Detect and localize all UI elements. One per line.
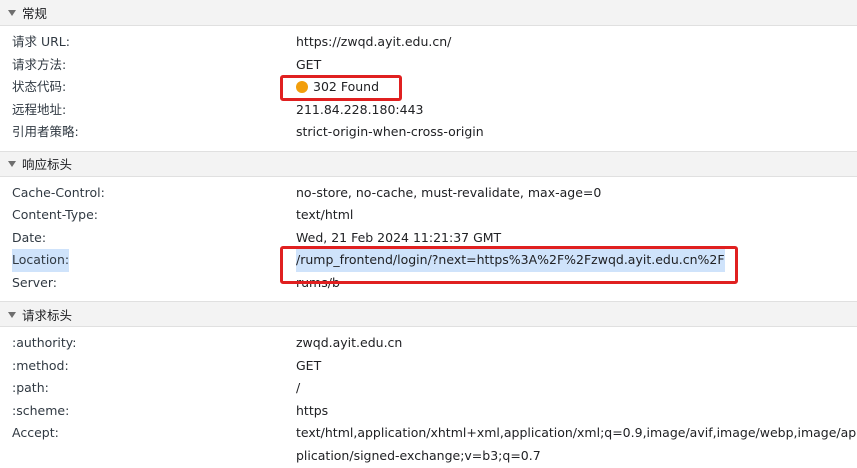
section-title: 常规 bbox=[22, 6, 48, 21]
header-value-continued[interactable]: plication/signed-exchange;v=b3;q=0.7 bbox=[296, 445, 541, 468]
header-key: 远程地址: bbox=[12, 101, 67, 117]
headers-panel: 常规 请求 URL: https://zwqd.ayit.edu.cn/ 请求方… bbox=[0, 0, 857, 468]
chevron-down-icon bbox=[8, 161, 16, 167]
header-value[interactable]: no-store, no-cache, must-revalidate, max… bbox=[296, 182, 601, 205]
header-key: Cache-Control: bbox=[12, 184, 105, 200]
header-row: :authority: zwqd.ayit.edu.cn bbox=[0, 332, 857, 355]
section-general-rows: 请求 URL: https://zwqd.ayit.edu.cn/ 请求方法: … bbox=[0, 26, 857, 151]
header-value[interactable]: zwqd.ayit.edu.cn bbox=[296, 332, 402, 355]
location-value[interactable]: /rump_frontend/login/?next=https%3A%2F%2… bbox=[296, 249, 725, 272]
header-key: 请求方法: bbox=[12, 56, 67, 72]
header-row: 引用者策略: strict-origin-when-cross-origin bbox=[0, 121, 857, 144]
header-row: Content-Type: text/html bbox=[0, 204, 857, 227]
header-value[interactable]: GET bbox=[296, 54, 321, 77]
header-row: Server: rums/b bbox=[0, 272, 857, 295]
header-row: 请求 URL: https://zwqd.ayit.edu.cn/ bbox=[0, 31, 857, 54]
chevron-down-icon bbox=[8, 311, 16, 318]
header-key: Server: bbox=[12, 274, 57, 290]
header-key: 引用者策略: bbox=[12, 124, 79, 139]
header-key: 状态代码: bbox=[12, 79, 67, 94]
header-row: :path: / bbox=[0, 377, 857, 400]
header-row-continued: plication/signed-exchange;v=b3;q=0.7 bbox=[0, 445, 857, 468]
header-row: 远程地址: 211.84.228.180:443 bbox=[0, 99, 857, 122]
section-response-headers-rows: Cache-Control: no-store, no-cache, must-… bbox=[0, 177, 857, 302]
header-key: :path: bbox=[12, 380, 49, 395]
header-value[interactable]: GET bbox=[296, 355, 321, 378]
header-key: :scheme: bbox=[12, 402, 70, 418]
header-value[interactable]: / bbox=[296, 377, 300, 400]
header-value[interactable]: https://zwqd.ayit.edu.cn/ bbox=[296, 31, 451, 54]
header-key: :method: bbox=[12, 357, 69, 373]
header-row: Cache-Control: no-store, no-cache, must-… bbox=[0, 182, 857, 205]
chevron-down-icon bbox=[8, 10, 16, 16]
status-code-value[interactable]: 302 Found bbox=[296, 76, 379, 99]
header-key: :authority: bbox=[12, 335, 77, 350]
header-row: :method: GET bbox=[0, 355, 857, 378]
header-row: 状态代码: 302 Found bbox=[0, 76, 857, 99]
header-row: 请求方法: GET bbox=[0, 54, 857, 77]
header-value[interactable]: 211.84.228.180:443 bbox=[296, 99, 423, 122]
header-key: 请求 URL: bbox=[12, 34, 70, 49]
section-general-header[interactable]: 常规 bbox=[0, 0, 857, 26]
location-key: Location: bbox=[12, 249, 70, 272]
header-value[interactable]: rums/b bbox=[296, 272, 340, 295]
header-value[interactable]: strict-origin-when-cross-origin bbox=[296, 121, 484, 144]
header-row: Date: Wed, 21 Feb 2024 11:21:37 GMT bbox=[0, 227, 857, 250]
section-title: 响应标头 bbox=[22, 157, 73, 172]
header-row: :scheme: https bbox=[0, 400, 857, 423]
header-value[interactable]: text/html bbox=[296, 204, 353, 227]
header-value[interactable]: https bbox=[296, 400, 328, 423]
header-value[interactable]: text/html,application/xhtml+xml,applicat… bbox=[296, 422, 857, 445]
status-text: 302 Found bbox=[313, 79, 380, 94]
header-row-location: Location: /rump_frontend/login/?next=htt… bbox=[0, 249, 857, 272]
header-key: Content-Type: bbox=[12, 207, 98, 222]
section-response-headers-header[interactable]: 响应标头 bbox=[0, 150, 857, 177]
header-row: Accept: text/html,application/xhtml+xml,… bbox=[0, 422, 857, 445]
section-request-headers-rows: :authority: zwqd.ayit.edu.cn :method: GE… bbox=[0, 327, 857, 468]
status-dot-icon bbox=[296, 81, 308, 93]
header-value[interactable]: Wed, 21 Feb 2024 11:21:37 GMT bbox=[296, 227, 501, 250]
section-title: 请求标头 bbox=[22, 307, 73, 323]
header-key: Date: bbox=[12, 229, 47, 245]
header-key: Accept: bbox=[12, 425, 59, 440]
section-request-headers-header[interactable]: 请求标头 bbox=[0, 301, 857, 327]
